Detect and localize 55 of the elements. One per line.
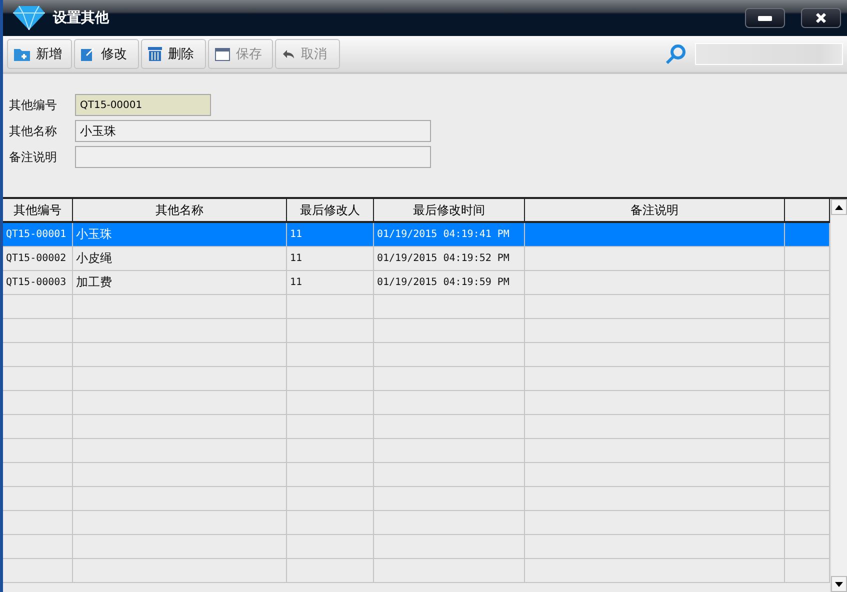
scroll-up-button[interactable] bbox=[831, 199, 847, 215]
toolbar-button[interactable]: 删除 bbox=[141, 39, 206, 69]
table-cell: 加工费 bbox=[73, 271, 287, 295]
table-cell bbox=[3, 367, 73, 391]
table-cell bbox=[3, 463, 73, 487]
search-icon[interactable] bbox=[665, 43, 687, 65]
folder-plus-icon bbox=[14, 47, 30, 61]
up-arrow-icon bbox=[835, 204, 843, 210]
table-cell bbox=[3, 391, 73, 415]
table-cell bbox=[3, 295, 73, 319]
table-cell bbox=[3, 439, 73, 463]
table-cell bbox=[3, 487, 73, 511]
input-field[interactable] bbox=[75, 146, 431, 168]
table-cell: 小皮绳 bbox=[73, 247, 287, 271]
down-arrow-icon bbox=[835, 582, 843, 586]
table-cell: 01/19/2015 04:19:41 PM bbox=[374, 223, 525, 247]
search-field[interactable] bbox=[695, 43, 843, 65]
column-header[interactable]: 其他编号 bbox=[3, 199, 73, 223]
table-cell bbox=[3, 319, 73, 343]
window-title: 设置其他 bbox=[53, 9, 110, 27]
table-cell bbox=[3, 415, 73, 439]
input-field[interactable]: QT15-00001 bbox=[75, 94, 211, 116]
diamond-icon bbox=[13, 6, 45, 30]
input-field[interactable]: 小玉珠 bbox=[75, 120, 431, 142]
table-cell bbox=[3, 343, 73, 367]
table-cell: 小玉珠 bbox=[73, 223, 287, 247]
table-cell: QT15-00003 bbox=[3, 271, 73, 295]
table-cell: 11 bbox=[287, 247, 374, 271]
window-icon bbox=[215, 48, 230, 60]
column-header[interactable]: 最后修改时间 bbox=[374, 199, 525, 223]
table-cell: 11 bbox=[287, 223, 374, 247]
table-cell: 01/19/2015 04:19:52 PM bbox=[374, 247, 525, 271]
minimize-button[interactable] bbox=[745, 8, 785, 28]
close-icon bbox=[815, 12, 827, 24]
edit-icon bbox=[81, 47, 95, 61]
table-cell bbox=[785, 223, 830, 247]
toolbar-button[interactable]: 新增 bbox=[7, 39, 72, 69]
table-cell bbox=[3, 535, 73, 559]
column-header[interactable]: 备注说明 bbox=[525, 199, 785, 223]
field-label: 其他名称 bbox=[9, 122, 58, 140]
undo-icon bbox=[282, 49, 295, 59]
field-label: 备注说明 bbox=[9, 148, 58, 166]
scroll-down-button[interactable] bbox=[831, 576, 847, 592]
table-cell bbox=[3, 511, 73, 535]
table-cell: QT15-00002 bbox=[3, 247, 73, 271]
toolbar-button[interactable]: 修改 bbox=[74, 39, 139, 69]
minimize-icon bbox=[758, 16, 772, 20]
close-button[interactable] bbox=[801, 8, 841, 28]
table-cell: QT15-00001 bbox=[3, 223, 73, 247]
column-header[interactable]: 最后修改人 bbox=[287, 199, 374, 223]
table-cell: 01/19/2015 04:19:59 PM bbox=[374, 271, 525, 295]
column-header[interactable]: 其他名称 bbox=[73, 199, 287, 223]
table-cell: 11 bbox=[287, 271, 374, 295]
trash-icon bbox=[148, 47, 162, 61]
field-label: 其他编号 bbox=[9, 96, 58, 114]
